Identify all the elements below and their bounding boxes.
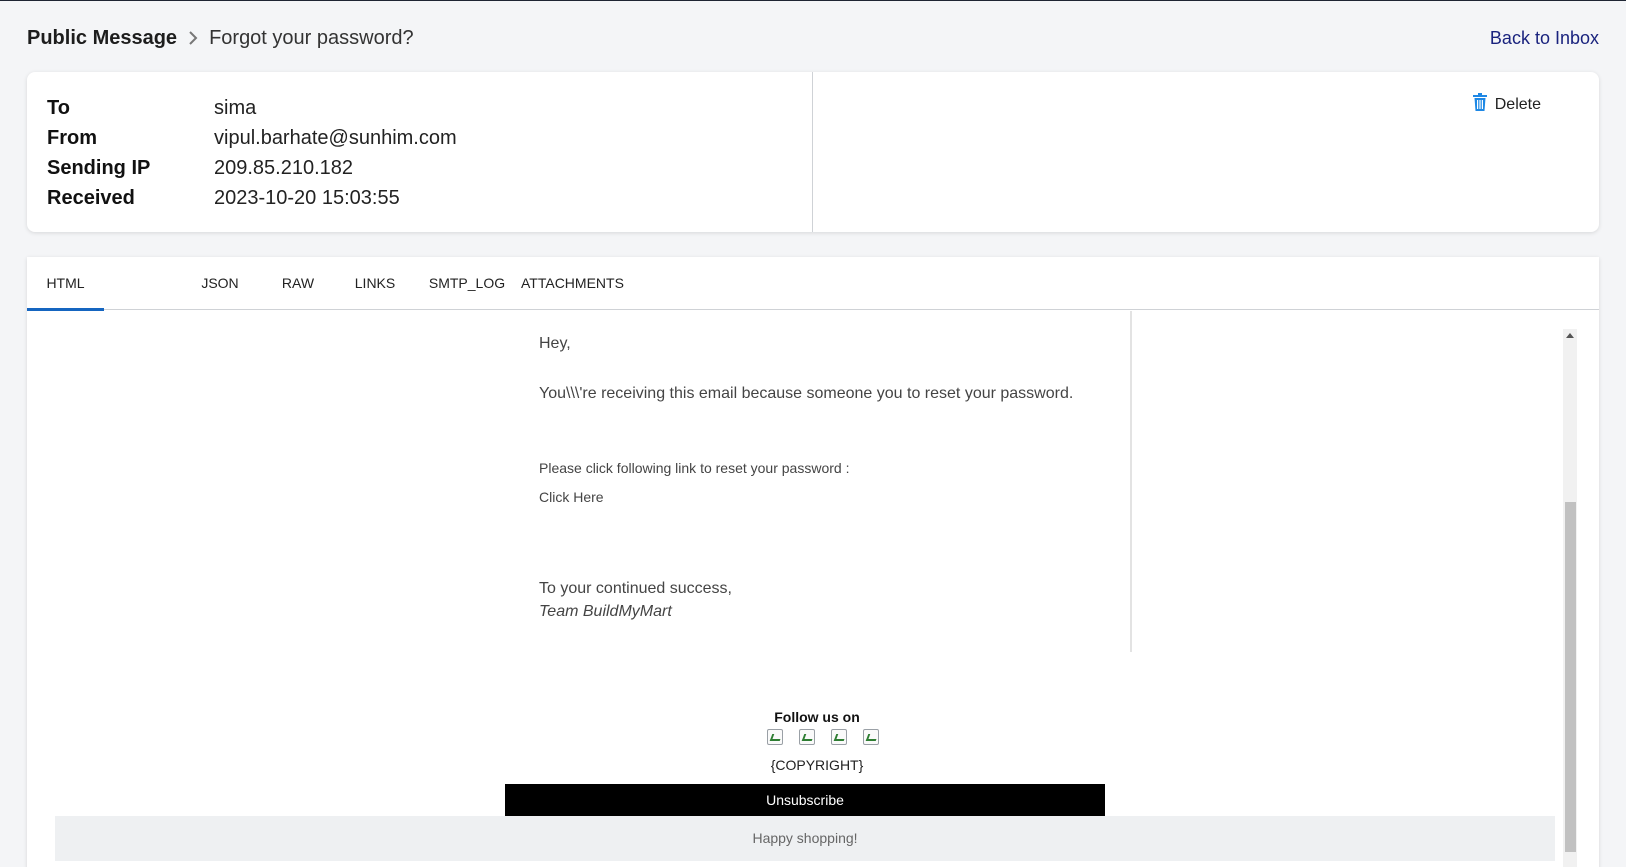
copyright-text: {COPYRIGHT}	[770, 757, 864, 773]
email-team: Team BuildMyMart	[539, 603, 672, 620]
delete-button[interactable]: Delete	[1472, 93, 1541, 116]
email-greeting: Hey,	[539, 335, 571, 352]
meta-value-to: sima	[214, 96, 257, 119]
broken-image-icon[interactable]	[863, 729, 879, 745]
view-tabs: HTML JSON RAW LINKS SMTP_LOG ATTACHMENTS	[27, 257, 1599, 311]
meta-row-sending-ip: Sending IP 209.85.210.182	[47, 153, 792, 183]
tab-raw[interactable]: RAW	[280, 257, 316, 310]
tab-smtp-log[interactable]: SMTP_LOG	[428, 257, 506, 310]
meta-actions: Delete	[813, 72, 1599, 232]
reset-password-link[interactable]: Click Here	[539, 489, 604, 505]
meta-row-received: Received 2023-10-20 15:03:55	[47, 183, 792, 213]
meta-label-sending-ip: Sending IP	[47, 156, 151, 179]
breadcrumb: Public Message Forgot your password?	[27, 27, 414, 50]
happy-shopping-banner: Happy shopping!	[55, 816, 1555, 861]
scrollbar[interactable]	[1563, 329, 1577, 867]
message-meta-card: To sima From vipul.barhate@sunhim.com Se…	[27, 72, 1599, 232]
meta-label-to: To	[47, 96, 70, 119]
broken-image-icon[interactable]	[799, 729, 815, 745]
email-body: Hey, You\\\'re receiving this email beca…	[532, 311, 1132, 652]
meta-value-received: 2023-10-20 15:03:55	[214, 186, 400, 209]
unsubscribe-button[interactable]: Unsubscribe	[505, 784, 1105, 816]
scroll-thumb[interactable]	[1565, 502, 1576, 852]
meta-label-received: Received	[47, 186, 135, 209]
delete-label: Delete	[1494, 95, 1541, 113]
meta-label-from: From	[47, 126, 97, 149]
meta-row-to: To sima	[47, 93, 792, 123]
email-signoff: To your continued success,	[539, 580, 732, 597]
scroll-up-arrow-icon[interactable]	[1566, 333, 1574, 338]
meta-details: To sima From vipul.barhate@sunhim.com Se…	[27, 72, 813, 232]
trash-icon	[1472, 93, 1487, 116]
meta-value-from: vipul.barhate@sunhim.com	[214, 126, 457, 149]
follow-us-label: Follow us on	[774, 709, 860, 725]
tab-attachments[interactable]: ATTACHMENTS	[521, 257, 624, 310]
broken-image-icon[interactable]	[767, 729, 783, 745]
email-preview: Hey, You\\\'re receiving this email beca…	[27, 311, 1599, 867]
email-instruction: Please click following link to reset you…	[539, 460, 850, 476]
breadcrumb-current: Forgot your password?	[209, 26, 414, 49]
social-links	[767, 729, 879, 745]
tab-html[interactable]: HTML	[27, 257, 104, 311]
broken-image-icon[interactable]	[831, 729, 847, 745]
tab-json[interactable]: JSON	[200, 257, 240, 310]
meta-value-sending-ip: 209.85.210.182	[214, 156, 354, 179]
top-bar: Public Message Forgot your password? Bac…	[27, 23, 1599, 53]
message-content-card: HTML JSON RAW LINKS SMTP_LOG ATTACHMENTS…	[27, 257, 1599, 867]
back-to-inbox-link[interactable]: Back to Inbox	[1490, 28, 1599, 49]
breadcrumb-root[interactable]: Public Message	[27, 27, 177, 50]
meta-row-from: From vipul.barhate@sunhim.com	[47, 123, 792, 153]
chevron-right-icon	[187, 30, 199, 46]
email-intro: You\\\'re receiving this email because s…	[539, 385, 1074, 402]
tab-links[interactable]: LINKS	[354, 257, 396, 310]
